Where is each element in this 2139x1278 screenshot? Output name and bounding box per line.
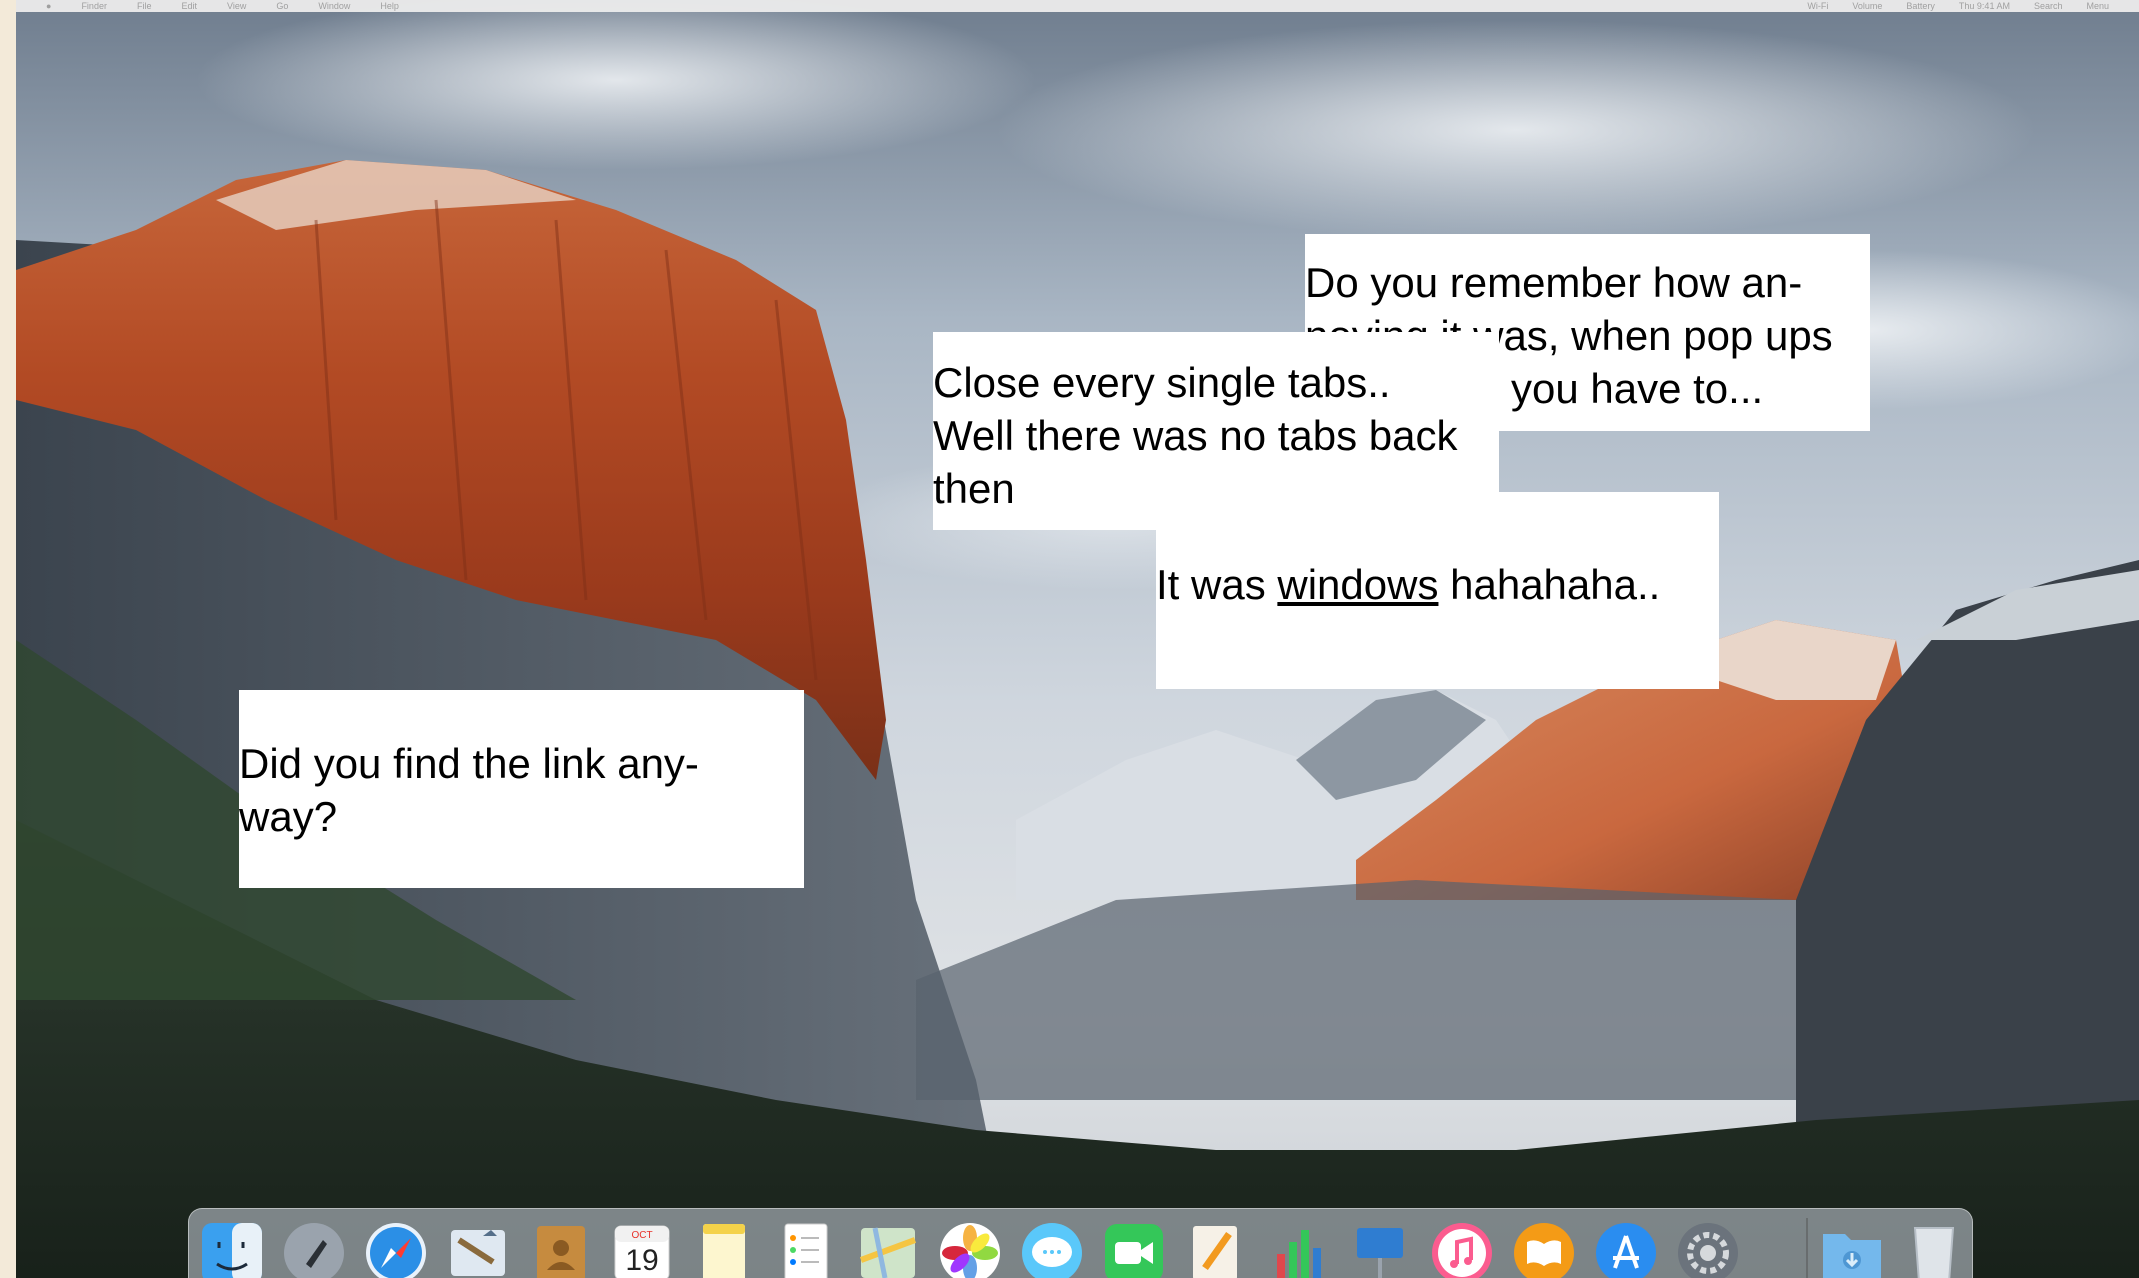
desktop-screen: ● Finder File Edit View Go Window Help W…: [16, 0, 2139, 1278]
popup-find-link-line2: way?: [239, 793, 338, 840]
maps-icon[interactable]: [855, 1220, 921, 1278]
clock[interactable]: Thu 9:41 AM: [1959, 1, 2010, 11]
mail-icon[interactable]: [445, 1220, 511, 1278]
menu-help[interactable]: Help: [380, 1, 399, 11]
app-store-icon[interactable]: [1593, 1220, 1659, 1278]
trash-icon[interactable]: [1901, 1220, 1967, 1278]
popup-remember-line3: you have to...: [1511, 365, 1764, 412]
menu-window[interactable]: Window: [318, 1, 350, 11]
popup-close-tabs-line2: Well there was no tabs back: [933, 412, 1458, 459]
photos-icon[interactable]: [937, 1220, 1003, 1278]
messages-icon[interactable]: [1019, 1220, 1085, 1278]
ibooks-icon[interactable]: [1511, 1220, 1577, 1278]
notification-center-icon[interactable]: Menu: [2086, 1, 2109, 11]
popup-windows[interactable]: It was windows hahahaha..: [1156, 492, 1719, 689]
popup-find-link-line1: Did you find the link any-: [239, 740, 699, 787]
spotlight-icon[interactable]: Search: [2034, 1, 2063, 11]
finder-icon[interactable]: [199, 1220, 265, 1278]
launchpad-icon[interactable]: [281, 1220, 347, 1278]
volume-icon[interactable]: Volume: [1852, 1, 1882, 11]
dock-separator: [1806, 1218, 1808, 1278]
wifi-icon[interactable]: Wi-Fi: [1807, 1, 1828, 11]
menu-file[interactable]: File: [137, 1, 152, 11]
downloads-folder-icon[interactable]: [1819, 1220, 1885, 1278]
popup-windows-text: It was windows hahahaha..: [1156, 561, 1661, 608]
notes-icon[interactable]: [691, 1220, 757, 1278]
system-preferences-icon[interactable]: [1675, 1220, 1741, 1278]
popup-remember-line1: Do you remember how an-: [1305, 259, 1803, 306]
pages-icon[interactable]: [1183, 1220, 1249, 1278]
popup-close-tabs-line1: Close every single tabs..: [933, 359, 1391, 406]
contacts-icon[interactable]: [527, 1220, 593, 1278]
menu-finder[interactable]: Finder: [81, 1, 107, 11]
menu-go[interactable]: Go: [276, 1, 288, 11]
popup-close-tabs-line3: then: [933, 465, 1015, 512]
itunes-icon[interactable]: [1429, 1220, 1495, 1278]
menu-edit[interactable]: Edit: [181, 1, 197, 11]
safari-icon[interactable]: [363, 1220, 429, 1278]
keynote-icon[interactable]: [1347, 1220, 1413, 1278]
calendar-month: OCT: [631, 1230, 652, 1241]
menu-bar: ● Finder File Edit View Go Window Help W…: [16, 0, 2139, 12]
menu-view[interactable]: View: [227, 1, 246, 11]
calendar-icon[interactable]: OCT 19: [609, 1220, 675, 1278]
battery-icon[interactable]: Battery: [1906, 1, 1935, 11]
windows-link[interactable]: windows: [1277, 561, 1438, 608]
numbers-icon[interactable]: [1265, 1220, 1331, 1278]
desktop-wallpaper: [16, 0, 2139, 1278]
reminders-icon[interactable]: [773, 1220, 839, 1278]
facetime-icon[interactable]: [1101, 1220, 1167, 1278]
apple-menu-icon[interactable]: ●: [46, 1, 51, 11]
calendar-day: 19: [625, 1244, 658, 1277]
popup-find-link[interactable]: Did you find the link any- way?: [239, 690, 804, 888]
